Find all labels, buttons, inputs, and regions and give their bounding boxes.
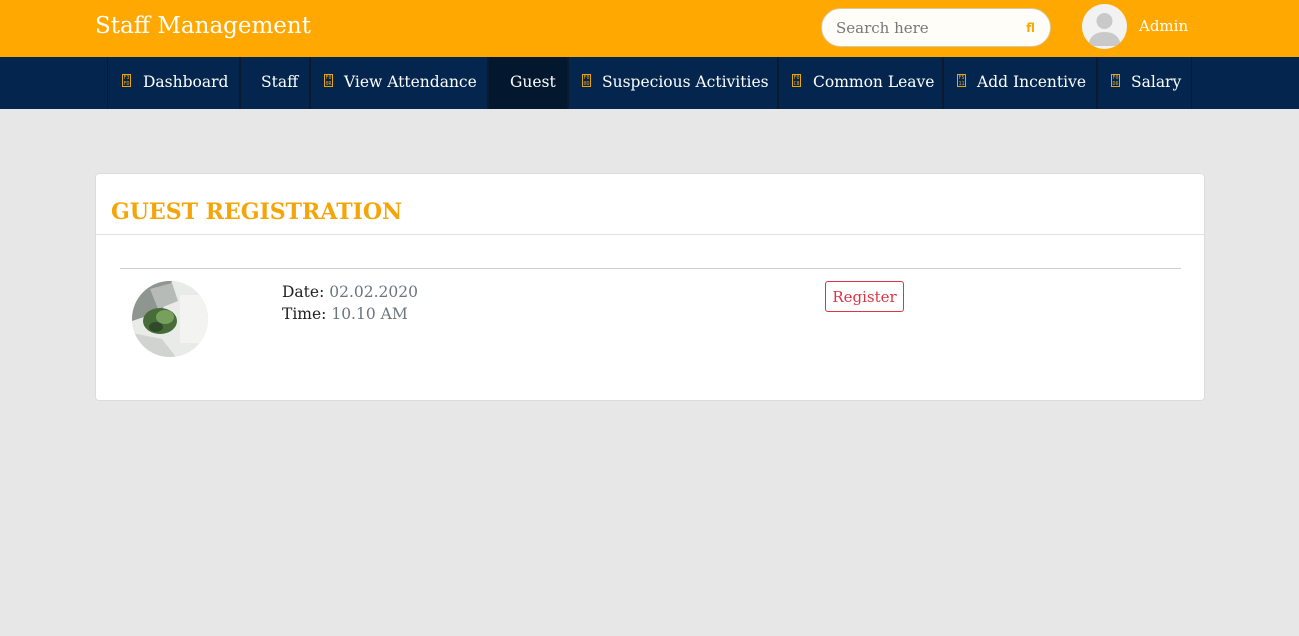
time-value: 10.10 AM: [331, 305, 408, 323]
search-box[interactable]: fl: [821, 8, 1051, 47]
nav-label: View Attendance: [344, 73, 477, 91]
nav-label: Common Leave: [813, 73, 935, 91]
register-button[interactable]: Register: [825, 281, 904, 312]
nav-item-common-leave[interactable]: F0 C8 Common Leave: [778, 57, 943, 109]
leave-icon: F0 C8: [792, 74, 801, 87]
search-input[interactable]: [836, 18, 1021, 38]
nav-label: Dashboard: [143, 73, 229, 91]
guest-photo-image: [132, 281, 208, 357]
nav-item-view-attendance[interactable]: F0 0R View Attendance: [310, 57, 488, 109]
nav-label: Salary: [1131, 73, 1182, 91]
nav-item-suspecious-activities[interactable]: F0 0D Suspecious Activities: [568, 57, 778, 109]
nav-item-salary[interactable]: F0 D6 Salary: [1097, 57, 1192, 109]
nav-label: Add Incentive: [977, 73, 1087, 91]
user-silhouette-icon: [1088, 13, 1121, 46]
nav-item-add-incentive[interactable]: F5 11 Add Incentive: [943, 57, 1097, 109]
brand-title[interactable]: Staff Management: [95, 13, 311, 39]
nav-item-dashboard[interactable]: F3 FD Dashboard: [107, 57, 240, 109]
row-divider: [120, 268, 1181, 269]
attendance-icon: F0 0R: [324, 74, 333, 87]
nav-label: Guest: [510, 73, 556, 91]
date-label: Date:: [282, 283, 325, 301]
dashboard-icon: F3 FD: [122, 74, 131, 87]
main-nav: F3 FD Dashboard Staff F0 0R View Attenda…: [0, 57, 1299, 109]
top-header: Staff Management fl Admin: [0, 0, 1299, 57]
guest-photo: [132, 281, 208, 357]
page-title: GUEST REGISTRATION: [111, 199, 403, 225]
search-icon[interactable]: fl: [1026, 21, 1035, 35]
activities-icon: F0 0D: [582, 74, 591, 87]
nav-label: Staff: [261, 73, 299, 91]
incentive-icon: F5 11: [957, 74, 966, 87]
nav-label: Suspecious Activities: [602, 73, 769, 91]
time-label: Time:: [282, 305, 327, 323]
guest-date: Date: 02.02.2020: [282, 283, 418, 301]
guest-time: Time: 10.10 AM: [282, 305, 408, 323]
nav-item-guest[interactable]: Guest: [488, 57, 568, 109]
user-avatar[interactable]: [1082, 4, 1127, 49]
nav-item-staff[interactable]: Staff: [240, 57, 310, 109]
date-value: 02.02.2020: [329, 283, 418, 301]
header-divider: [96, 234, 1204, 235]
salary-icon: F0 D6: [1111, 74, 1120, 87]
guest-registration-card: GUEST REGISTRATION Date: 02.02.2020 Time…: [95, 173, 1205, 401]
user-name[interactable]: Admin: [1139, 17, 1188, 35]
